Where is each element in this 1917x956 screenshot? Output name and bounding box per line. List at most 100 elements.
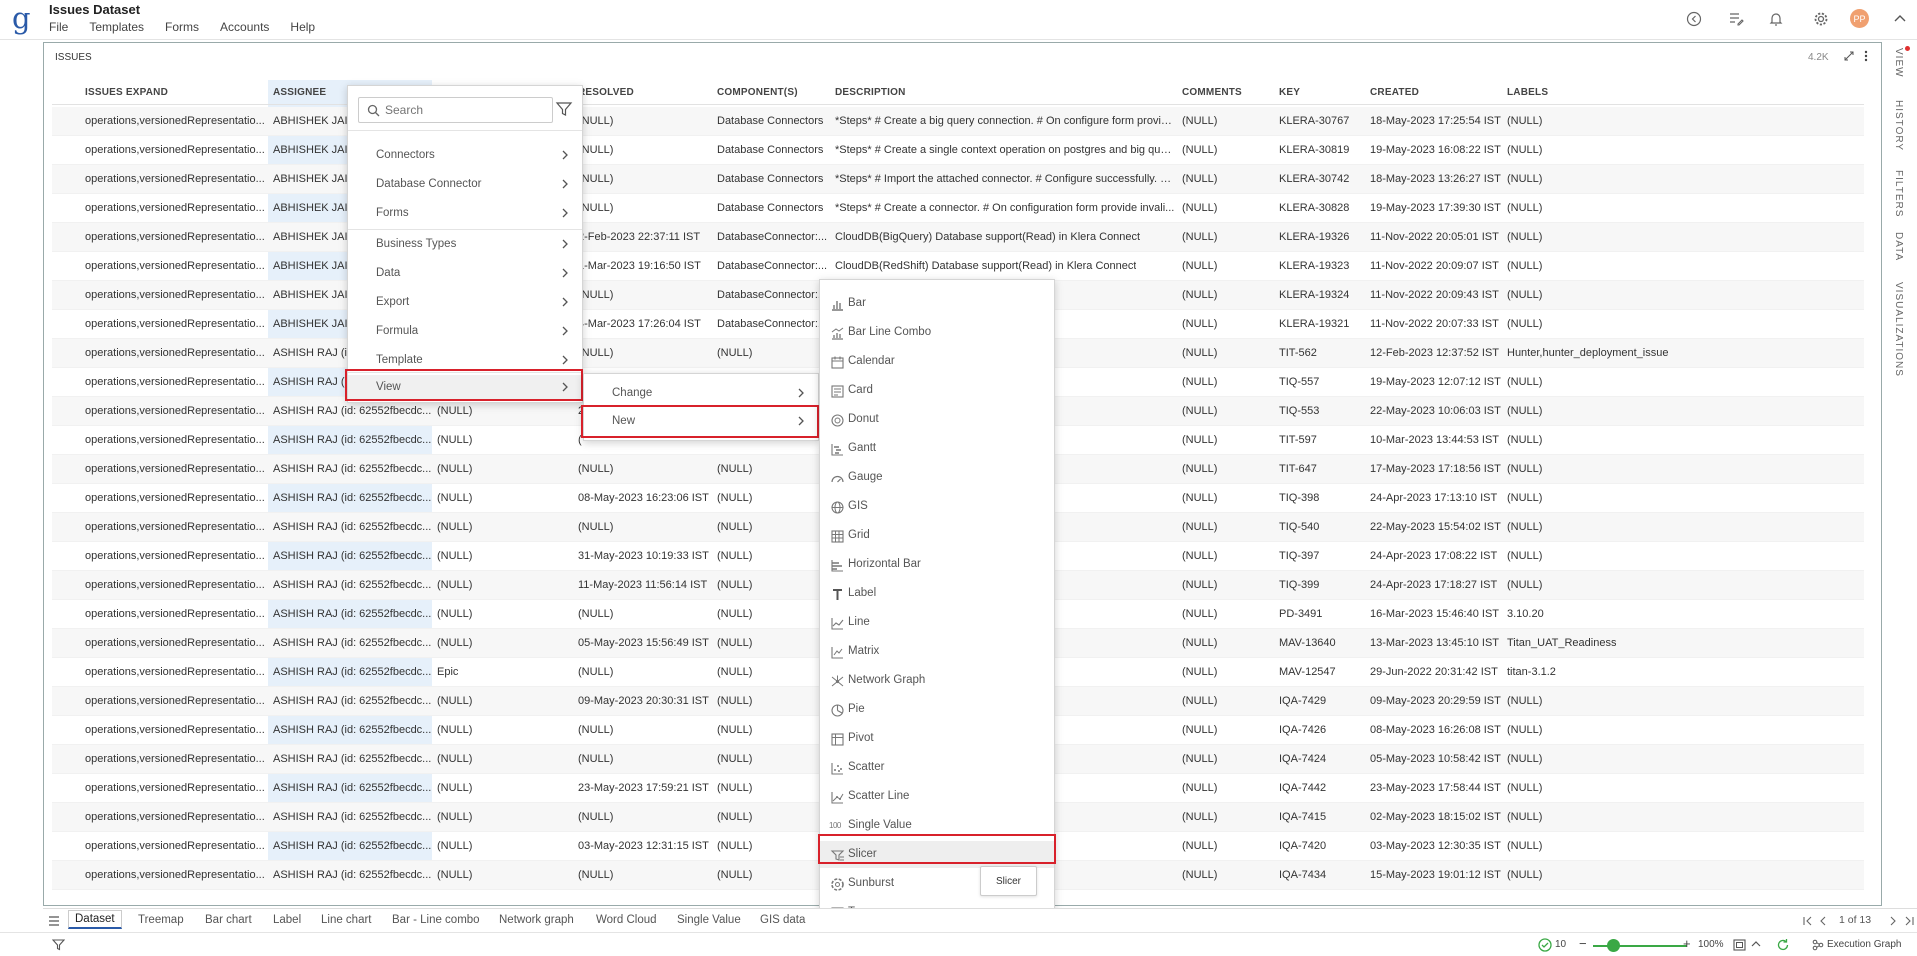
tab-word-cloud[interactable]: Word Cloud	[596, 914, 657, 926]
hamburger-menu-icon[interactable]	[48, 916, 60, 926]
menu-item-change[interactable]: Change	[584, 381, 818, 407]
vis-item-network-graph[interactable]: Network Graph	[820, 667, 1054, 694]
expand-icon[interactable]	[1843, 50, 1855, 62]
table-cell: operations,versionedRepresentatio...	[85, 550, 265, 562]
vis-item-gauge[interactable]: Gauge	[820, 464, 1054, 491]
vis-item-gis[interactable]: GIS	[820, 493, 1054, 520]
chevron-up-icon[interactable]	[1890, 9, 1910, 29]
zoom-out-button[interactable]: −	[1579, 936, 1587, 951]
vis-item-line[interactable]: Line	[820, 609, 1054, 636]
menu-help[interactable]: Help	[290, 20, 315, 34]
last-page-icon[interactable]	[1903, 916, 1915, 926]
table-cell: (NULL)	[437, 579, 473, 591]
tab-single-value[interactable]: Single Value	[677, 914, 741, 926]
tab-data[interactable]: DATA	[1893, 232, 1904, 261]
vis-item-donut[interactable]: Donut	[820, 406, 1054, 433]
table-cell: (NULL)	[578, 173, 614, 185]
tab-visualizations[interactable]: VISUALIZATIONS	[1893, 282, 1904, 377]
table-cell: (NULL)	[1507, 550, 1543, 562]
fit-screen-icon[interactable]	[1733, 939, 1746, 951]
filter-icon[interactable]	[52, 939, 65, 951]
table-cell: ASHISH RAJ (id: 62552fbecdc...	[273, 463, 432, 475]
vis-item-bar-line-combo[interactable]: Bar Line Combo	[820, 319, 1054, 346]
tab-dataset[interactable]: Dataset	[68, 910, 122, 929]
col-assignee[interactable]: ASSIGNEE	[273, 87, 326, 98]
tab-view[interactable]: VIEW	[1893, 48, 1904, 78]
chevron-up-icon[interactable]	[1750, 939, 1762, 949]
table-cell: operations,versionedRepresentatio...	[85, 521, 265, 533]
menu-item-connectors[interactable]: Connectors	[348, 143, 582, 169]
vis-item-pivot[interactable]: Pivot	[820, 725, 1054, 752]
refresh-icon[interactable]	[1776, 938, 1790, 952]
table-cell: 05-May-2023 10:58:42 IST	[1370, 753, 1501, 765]
zoom-in-button[interactable]: +	[1683, 936, 1691, 951]
execution-graph-link[interactable]: Execution Graph	[1827, 939, 1902, 950]
table-row[interactable]: operations,versionedRepresentatio... ABHI…	[52, 136, 1864, 165]
menu-search-input[interactable]	[385, 102, 545, 118]
app-logo[interactable]: g	[12, 2, 31, 34]
gear-icon[interactable]	[1811, 9, 1831, 29]
menu-item-data[interactable]: Data	[348, 261, 582, 287]
zoom-slider-handle[interactable]	[1607, 939, 1620, 952]
menu-item-database-connector[interactable]: Database Connector	[348, 172, 582, 198]
menu-item-formula[interactable]: Formula	[348, 319, 582, 345]
tab-filters[interactable]: FILTERS	[1893, 170, 1904, 217]
table-row[interactable]: operations,versionedRepresentatio... ABHI…	[52, 165, 1864, 194]
menu-item-forms[interactable]: Forms	[348, 201, 582, 227]
col-resolved[interactable]: RESOLVED	[578, 87, 634, 98]
table-cell: ASHISH RAJ (id: 62552fbecdc...	[273, 666, 432, 678]
col-created[interactable]: CREATED	[1370, 87, 1419, 98]
more-vertical-icon[interactable]	[1861, 50, 1871, 62]
col-key[interactable]: KEY	[1279, 87, 1300, 98]
table-row[interactable]: operations,versionedRepresentatio... ABHI…	[52, 223, 1864, 252]
menu-file[interactable]: File	[49, 20, 68, 34]
table-row[interactable]: operations,versionedRepresentatio... ABHI…	[52, 107, 1864, 136]
vis-item-matrix[interactable]: Matrix	[820, 638, 1054, 665]
table-cell: IQA-7429	[1279, 695, 1327, 707]
tab-line-chart[interactable]: Line chart	[321, 914, 372, 926]
tab-bar-chart[interactable]: Bar chart	[205, 914, 252, 926]
next-page-icon[interactable]	[1888, 916, 1898, 926]
menu-item-business-types[interactable]: Business Types	[348, 232, 582, 258]
back-circle-icon[interactable]	[1684, 9, 1704, 29]
table-cell: IQA-7420	[1279, 840, 1327, 852]
tab-treemap[interactable]: Treemap	[138, 914, 184, 926]
menu-item-export[interactable]: Export	[348, 290, 582, 316]
filter-icon[interactable]	[554, 99, 574, 119]
col-description[interactable]: DESCRIPTION	[835, 87, 906, 98]
tab-label[interactable]: Label	[273, 914, 301, 926]
vis-item-scatter[interactable]: Scatter	[820, 754, 1054, 781]
tab-network-graph[interactable]: Network graph	[499, 914, 574, 926]
prev-page-icon[interactable]	[1818, 916, 1828, 926]
vis-item-scatter-line[interactable]: Scatter Line	[820, 783, 1054, 810]
bell-icon[interactable]	[1766, 9, 1786, 29]
col-components[interactable]: COMPONENT(S)	[717, 87, 798, 98]
vis-item-calendar[interactable]: Calendar	[820, 348, 1054, 375]
col-issues-expand[interactable]: ISSUES EXPAND	[85, 87, 168, 98]
vis-item-card[interactable]: Card	[820, 377, 1054, 404]
vis-item-label[interactable]: Label	[820, 580, 1054, 607]
col-comments[interactable]: COMMENTS	[1182, 87, 1242, 98]
menu-templates[interactable]: Templates	[89, 20, 144, 34]
zoom-level: 100%	[1698, 939, 1724, 950]
table-cell: (NULL)	[578, 202, 614, 214]
tab-history[interactable]: HISTORY	[1893, 100, 1904, 151]
col-labels[interactable]: LABELS	[1507, 87, 1548, 98]
edit-list-icon[interactable]	[1726, 9, 1746, 29]
table-row[interactable]: operations,versionedRepresentatio... ABHI…	[52, 252, 1864, 281]
vis-item-bar[interactable]: Bar	[820, 290, 1054, 317]
table-cell: 23-May-2023 17:58:44 IST	[1370, 782, 1501, 794]
vis-item-grid[interactable]: Grid	[820, 522, 1054, 549]
table-cell: 08-May-2023 16:23:06 IST	[578, 492, 709, 504]
first-page-icon[interactable]	[1802, 916, 1814, 926]
table-row[interactable]: operations,versionedRepresentatio... ABHI…	[52, 194, 1864, 223]
vis-item-horizontal-bar[interactable]: Horizontal Bar	[820, 551, 1054, 578]
tab-gis-data[interactable]: GIS data	[760, 914, 805, 926]
tab-bar-line-combo[interactable]: Bar - Line combo	[392, 914, 480, 926]
table-cell: 24-Apr-2023 17:08:22 IST	[1370, 550, 1498, 562]
menu-forms[interactable]: Forms	[165, 20, 199, 34]
vis-item-gantt[interactable]: Gantt	[820, 435, 1054, 462]
vis-item-pie[interactable]: Pie	[820, 696, 1054, 723]
avatar[interactable]: PP	[1850, 9, 1869, 28]
menu-accounts[interactable]: Accounts	[220, 20, 269, 34]
